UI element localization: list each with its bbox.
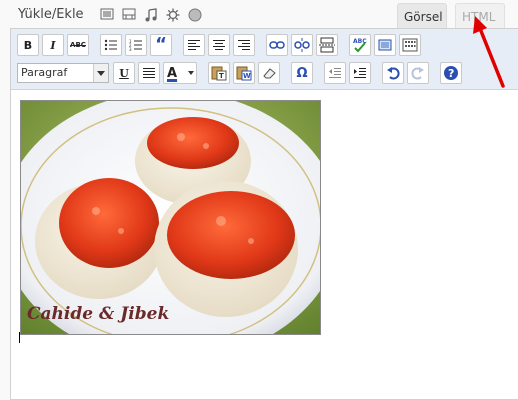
bold-button[interactable]: B xyxy=(17,34,39,56)
omega-icon: Ω xyxy=(296,65,308,81)
unlink-icon xyxy=(294,38,310,52)
circle-icon[interactable] xyxy=(188,8,204,22)
editor-content[interactable]: Cahide & Jibek xyxy=(11,90,518,399)
special-char-button[interactable]: Ω xyxy=(291,62,313,84)
chevron-down-icon xyxy=(93,64,108,82)
numbered-list-button[interactable]: 123 xyxy=(125,34,147,56)
eraser-icon xyxy=(263,68,276,79)
paste-word-icon: W xyxy=(236,66,252,81)
redo-icon xyxy=(411,67,424,80)
blockquote-button[interactable]: “ xyxy=(150,34,172,56)
bold-icon: B xyxy=(23,38,33,52)
toolbar-row-2: Paragraf U A T W Ω ? xyxy=(17,62,465,84)
paste-text-icon: T xyxy=(211,66,227,81)
insert-more-button[interactable] xyxy=(316,34,338,56)
editor-area: B I ABC 123 “ ABC Paragraf U A T W Ω ? C… xyxy=(10,28,518,400)
help-button[interactable]: ? xyxy=(440,62,462,84)
red-arrow-annotation xyxy=(473,16,505,88)
image-icon[interactable] xyxy=(100,8,116,22)
toolbar-row-1: B I ABC 123 “ ABC xyxy=(17,34,424,56)
formatting-toolbar: B I ABC 123 “ ABC Paragraf U A T W Ω ? xyxy=(11,29,518,90)
align-center-button[interactable] xyxy=(208,34,230,56)
link-icon xyxy=(269,41,285,49)
remove-format-button[interactable] xyxy=(258,62,280,84)
help-icon: ? xyxy=(444,66,458,80)
text-color-button[interactable]: A xyxy=(163,62,197,84)
italic-icon: I xyxy=(50,38,56,52)
spellcheck-icon: ABC xyxy=(353,38,367,53)
undo-icon xyxy=(387,67,400,80)
align-right-button[interactable] xyxy=(233,34,255,56)
bullet-list-icon xyxy=(104,39,117,51)
media-icons xyxy=(100,8,204,22)
format-select[interactable]: Paragraf xyxy=(17,63,109,83)
fullscreen-icon xyxy=(378,39,392,51)
redo-button[interactable] xyxy=(407,62,429,84)
svg-text:W: W xyxy=(243,72,251,80)
underline-icon: U xyxy=(119,66,129,80)
italic-button[interactable]: I xyxy=(42,34,64,56)
undo-button[interactable] xyxy=(382,62,404,84)
svg-text:?: ? xyxy=(448,67,454,80)
kitchen-sink-icon xyxy=(402,38,418,52)
indent-icon xyxy=(354,68,366,78)
food-photo[interactable]: Cahide & Jibek xyxy=(20,100,321,335)
unlink-button[interactable] xyxy=(291,34,313,56)
svg-text:3: 3 xyxy=(129,47,132,51)
bullet-list-button[interactable] xyxy=(100,34,122,56)
outdent-button[interactable] xyxy=(324,62,346,84)
kitchen-sink-button[interactable] xyxy=(399,34,421,56)
align-center-icon xyxy=(213,40,225,50)
strikethrough-icon: ABC xyxy=(70,41,86,49)
indent-button[interactable] xyxy=(349,62,371,84)
fullscreen-button[interactable] xyxy=(374,34,396,56)
svg-text:T: T xyxy=(219,72,224,80)
align-right-icon xyxy=(238,40,250,50)
video-icon[interactable] xyxy=(122,8,138,22)
editor-header: Yükle/Ekle Görsel HTML xyxy=(0,0,518,30)
photo-caption: Cahide & Jibek xyxy=(27,304,170,324)
paste-word-button[interactable]: W xyxy=(233,62,255,84)
photo-illustration xyxy=(21,101,320,334)
justify-button[interactable] xyxy=(138,62,160,84)
blockquote-icon: “ xyxy=(155,34,167,55)
text-color-icon: A xyxy=(167,65,178,81)
insert-more-icon xyxy=(319,37,335,53)
underline-button[interactable]: U xyxy=(113,62,135,84)
paste-text-button[interactable]: T xyxy=(208,62,230,84)
align-left-icon xyxy=(188,40,200,50)
outdent-icon xyxy=(329,68,341,78)
chevron-down-icon xyxy=(188,71,194,75)
justify-icon xyxy=(143,68,155,78)
insert-link-button[interactable] xyxy=(266,34,288,56)
media-gear-icon[interactable] xyxy=(166,8,182,22)
music-icon[interactable] xyxy=(144,8,160,22)
numbered-list-icon: 123 xyxy=(129,39,142,51)
upload-insert-label: Yükle/Ekle xyxy=(18,7,84,22)
tab-visual[interactable]: Görsel xyxy=(397,3,447,30)
strikethrough-button[interactable]: ABC xyxy=(67,34,89,56)
text-cursor xyxy=(19,332,20,343)
spellcheck-button[interactable]: ABC xyxy=(349,34,371,56)
format-select-value: Paragraf xyxy=(21,66,68,79)
align-left-button[interactable] xyxy=(183,34,205,56)
